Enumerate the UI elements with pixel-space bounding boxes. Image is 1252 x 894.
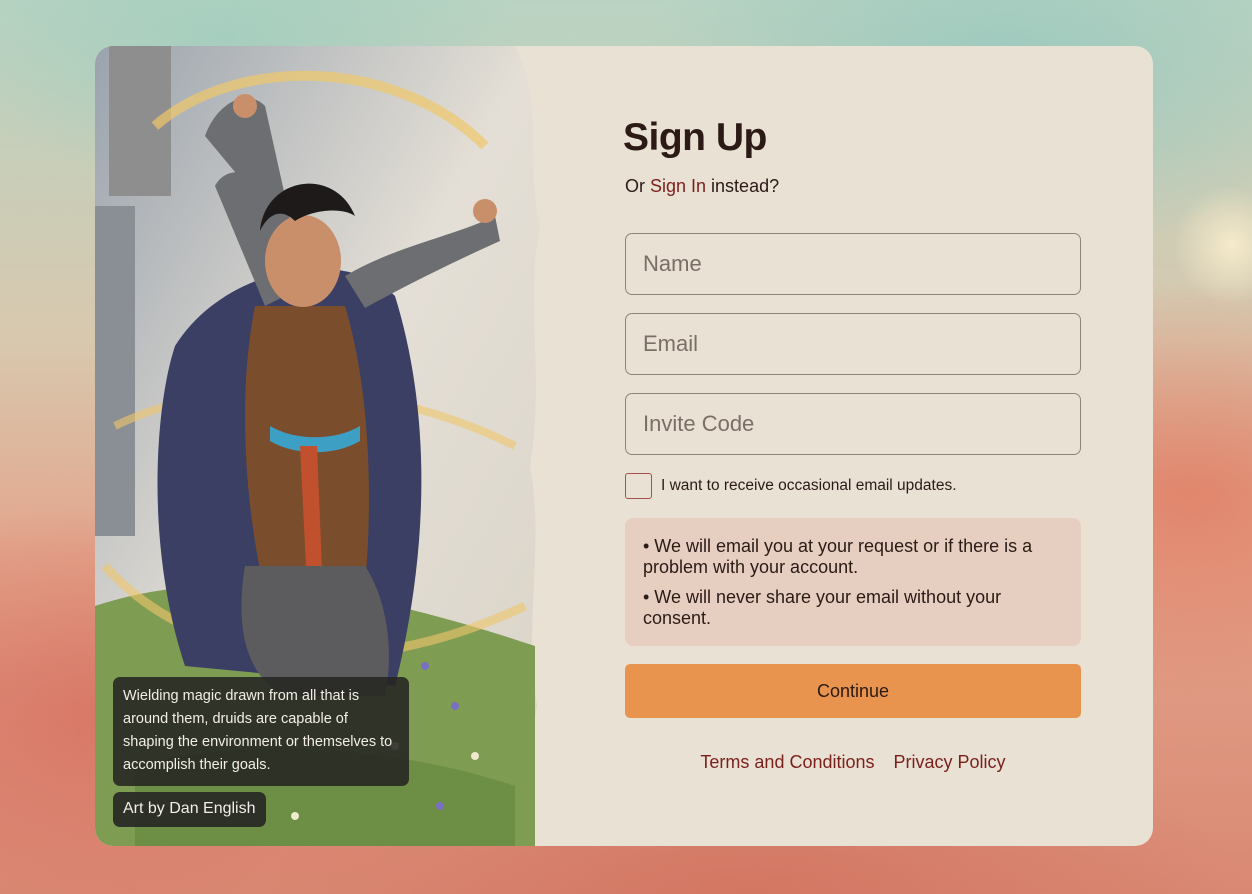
- continue-button[interactable]: Continue: [625, 664, 1081, 718]
- info-point: • We will email you at your request or i…: [643, 536, 1033, 577]
- signin-prompt-prefix: Or: [625, 176, 650, 196]
- signin-prompt-suffix: instead?: [706, 176, 780, 196]
- footer-links: Terms and Conditions Privacy Policy: [625, 752, 1081, 773]
- art-caption: Wielding magic drawn from all that is ar…: [113, 677, 409, 786]
- page-title: Sign Up: [623, 116, 767, 159]
- invite-code-field[interactable]: [625, 393, 1081, 455]
- info-point: • We will never share your email without…: [643, 587, 1002, 628]
- signin-prompt: Or Sign In instead?: [625, 176, 779, 197]
- art-credit: Art by Dan English: [113, 792, 266, 827]
- email-updates-row: I want to receive occasional email updat…: [625, 473, 957, 499]
- druid-artwork: Wielding magic drawn from all that is ar…: [95, 46, 545, 846]
- background-sun: [1172, 185, 1252, 305]
- email-updates-label[interactable]: I want to receive occasional email updat…: [661, 477, 957, 495]
- email-field[interactable]: [625, 313, 1081, 375]
- privacy-link[interactable]: Privacy Policy: [894, 752, 1006, 772]
- signup-card: Wielding magic drawn from all that is ar…: [95, 46, 1153, 846]
- email-updates-checkbox[interactable]: [625, 473, 652, 499]
- email-info-box: • We will email you at your request or i…: [625, 518, 1081, 646]
- terms-link[interactable]: Terms and Conditions: [700, 752, 874, 772]
- name-field[interactable]: [625, 233, 1081, 295]
- signin-link[interactable]: Sign In: [650, 176, 706, 196]
